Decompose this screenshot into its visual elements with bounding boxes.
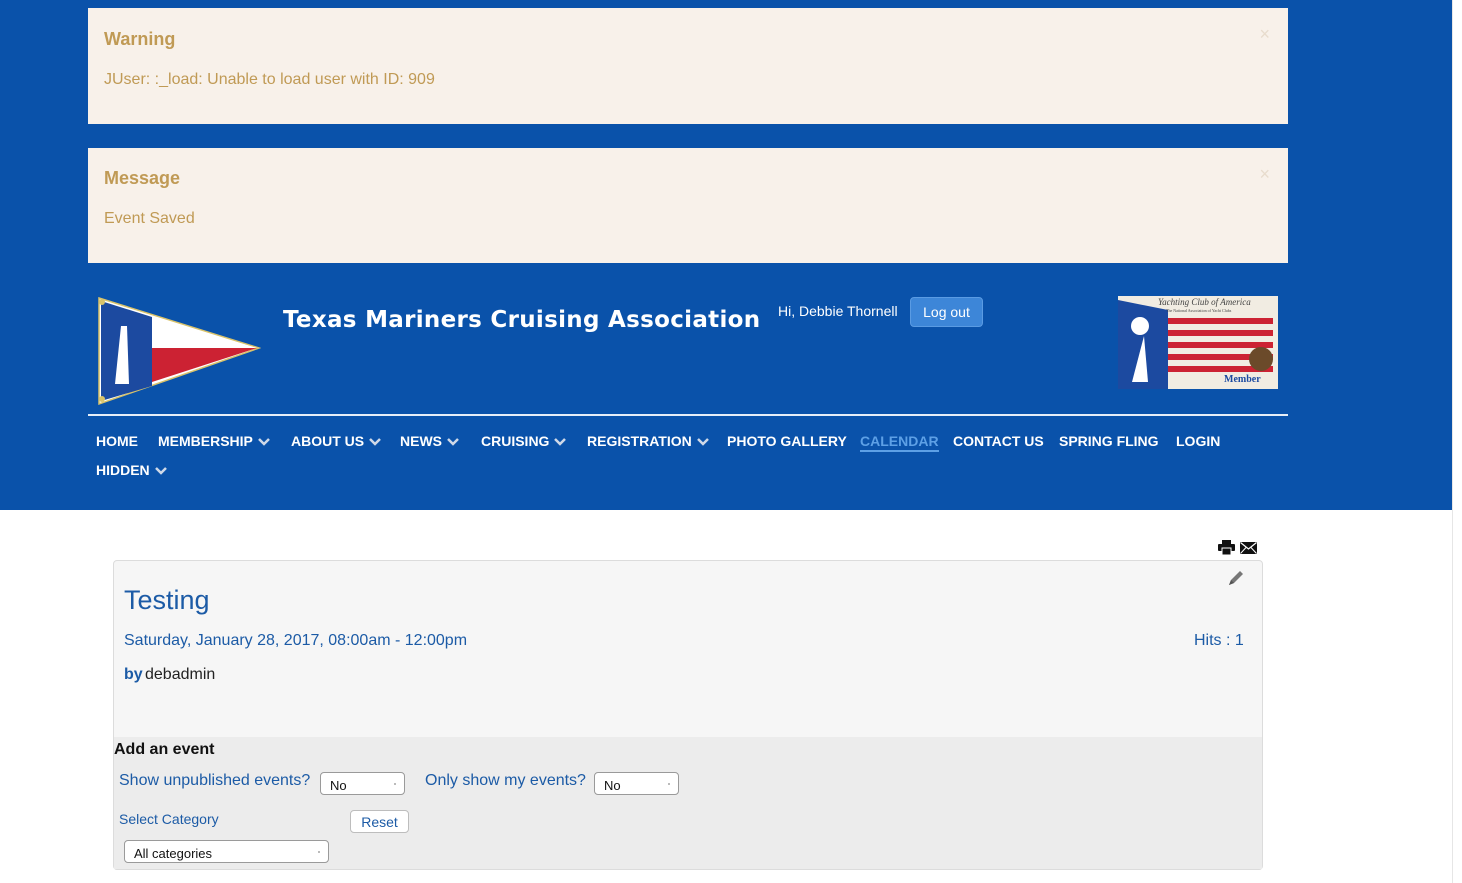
reset-button[interactable]: Reset: [350, 810, 409, 833]
nav-label: CRUISING: [481, 433, 550, 449]
nav-label: SPRING FLING: [1059, 433, 1159, 449]
chevron-down-icon: [258, 438, 270, 447]
tmca-logo[interactable]: TMCA: [97, 296, 261, 406]
select-category-label: Select Category: [119, 811, 219, 827]
category-select[interactable]: All categories: [124, 840, 329, 863]
add-event-link[interactable]: Add an event: [114, 741, 214, 759]
nav-divider: [88, 414, 1288, 416]
nav-item-photo-gallery[interactable]: PHOTO GALLERY: [727, 433, 847, 449]
nav-label: PHOTO GALLERY: [727, 433, 847, 449]
logo-text: TMCA: [155, 333, 195, 349]
nav-label: MEMBERSHIP: [158, 433, 253, 449]
nav-label: CALENDAR: [860, 433, 939, 449]
badge-member: Member: [1224, 374, 1261, 385]
show-unpublished-label: Show unpublished events?: [119, 772, 311, 789]
event-hits: Hits : 1: [1194, 632, 1244, 649]
nav-item-login[interactable]: LOGIN: [1176, 433, 1220, 449]
select-arrow-icon: [318, 851, 320, 853]
edit-pencil-icon[interactable]: [1226, 568, 1246, 588]
nav-item-hidden[interactable]: HIDDEN: [96, 462, 167, 478]
site-title: Texas Mariners Cruising Association: [283, 307, 761, 333]
logout-button[interactable]: Log out: [910, 297, 983, 327]
only-my-events-select[interactable]: No: [594, 772, 679, 795]
warning-alert: Warning JUser: :_load: Unable to load us…: [88, 8, 1288, 124]
event-by-label: by: [124, 666, 143, 683]
mail-icon[interactable]: [1240, 542, 1257, 554]
message-heading: Message: [104, 168, 181, 188]
select-arrow-icon: [394, 783, 396, 785]
show-unpublished-value: No: [330, 778, 347, 793]
nav-item-spring-fling[interactable]: SPRING FLING: [1059, 433, 1159, 449]
nav-label: NEWS: [400, 433, 442, 449]
nav-label: ABOUT US: [291, 433, 365, 449]
nav-item-registration[interactable]: REGISTRATION: [587, 433, 709, 449]
nav-label: CONTACT US: [953, 433, 1044, 449]
only-my-events-label: Only show my events?: [425, 772, 586, 789]
chevron-down-icon: [154, 467, 167, 476]
select-arrow-icon: [668, 783, 670, 785]
nav-label: HIDDEN: [96, 462, 150, 478]
chevron-down-icon: [554, 438, 567, 447]
category-value: All categories: [134, 846, 213, 861]
nav-item-about-us[interactable]: ABOUT US: [291, 433, 382, 449]
nav-label: LOGIN: [1176, 433, 1221, 449]
nav-label: HOME: [96, 433, 138, 449]
message-alert: Message Event Saved ×: [88, 148, 1288, 263]
nav-item-calendar[interactable]: CALENDAR: [860, 433, 939, 452]
message-text: Event Saved: [104, 210, 195, 227]
chevron-down-icon: [369, 438, 382, 447]
nav-item-news[interactable]: NEWS: [400, 433, 459, 449]
scrollbar-track[interactable]: [1452, 0, 1462, 883]
user-greeting: Hi, Debbie Thornell: [778, 303, 898, 319]
nav-label: REGISTRATION: [587, 433, 692, 449]
nav-item-home[interactable]: HOME: [96, 433, 138, 449]
warning-close-icon[interactable]: ×: [1259, 24, 1270, 45]
yca-member-badge[interactable]: Yachting Club of America The National As…: [1118, 296, 1278, 389]
event-author: debadmin: [145, 666, 216, 683]
badge-title: Yachting Club of America: [1158, 297, 1251, 307]
show-unpublished-select[interactable]: No: [320, 772, 405, 795]
badge-subtitle: The National Association of Yacht Clubs: [1166, 308, 1232, 313]
only-my-events-value: No: [604, 778, 621, 793]
chevron-down-icon: [447, 438, 459, 447]
print-icon[interactable]: [1218, 540, 1235, 555]
nav-item-cruising[interactable]: CRUISING: [481, 433, 567, 449]
warning-text: JUser: :_load: Unable to load user with …: [104, 71, 435, 88]
event-datetime: Saturday, January 28, 2017, 08:00am - 12…: [124, 632, 468, 649]
nav-item-contact-us[interactable]: CONTACT US: [953, 433, 1044, 449]
nav-item-membership[interactable]: MEMBERSHIP: [158, 433, 270, 449]
warning-heading: Warning: [104, 29, 176, 49]
chevron-down-icon: [696, 438, 709, 447]
event-title: Testing: [124, 585, 210, 615]
message-close-icon[interactable]: ×: [1259, 164, 1270, 185]
